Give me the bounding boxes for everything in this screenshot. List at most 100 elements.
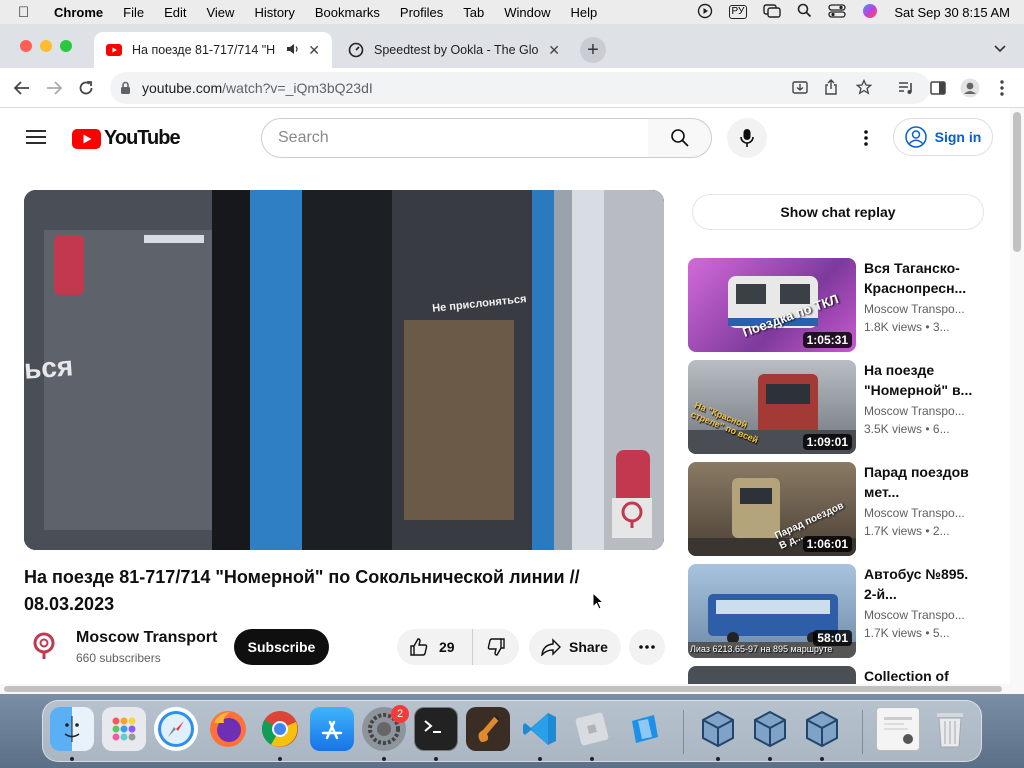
back-button[interactable] [12, 78, 32, 98]
settings-more-icon[interactable] [864, 130, 868, 151]
menu-help[interactable]: Help [571, 5, 598, 20]
install-app-icon[interactable] [792, 80, 808, 99]
virtualbox-icon[interactable] [696, 707, 740, 751]
safari-icon[interactable] [154, 707, 198, 751]
video-thumbnail[interactable]: Парад поездов В д... 1:06:01 [688, 462, 856, 556]
video-thumbnail[interactable]: На "Красной стреле" по всей 1:09:01 [688, 360, 856, 454]
url-path: /watch?v=_iQm3bQ23dI [222, 80, 373, 96]
terminal-icon[interactable] [414, 707, 458, 751]
finder-icon[interactable] [50, 707, 94, 751]
lock-icon[interactable] [120, 81, 131, 98]
preview-icon[interactable] [876, 707, 920, 751]
tab-speedtest[interactable]: Speedtest by Ookla - The Glo ✕ [336, 32, 572, 68]
channel-name[interactable]: Moscow Transport [76, 629, 217, 647]
recommended-title[interactable]: Вся Таганско-Краснопресн... [864, 258, 974, 298]
vertical-scrollbar-thumb[interactable] [1013, 112, 1021, 252]
garageband-icon[interactable] [466, 707, 510, 751]
zoom-window-button[interactable] [60, 40, 72, 52]
dislike-button[interactable] [473, 629, 519, 665]
recommended-video[interactable]: На "Красной стреле" по всей 1:09:01 На п… [688, 360, 988, 454]
firefox-icon[interactable] [206, 707, 250, 751]
recommended-video[interactable]: Парад поездов В д... 1:06:01 Парад поезд… [688, 462, 988, 556]
search-input[interactable]: Search [261, 118, 649, 158]
share-label: Share [569, 639, 608, 655]
siri-icon[interactable] [862, 3, 878, 22]
menu-profiles[interactable]: Profiles [400, 5, 443, 20]
video-player[interactable]: ься Не прислоняться [24, 190, 664, 550]
menu-edit[interactable]: Edit [164, 5, 186, 20]
menu-history[interactable]: History [254, 5, 294, 20]
sign-in-button[interactable]: Sign in [893, 118, 993, 156]
minimize-window-button[interactable] [40, 40, 52, 52]
video-overlay-text: ься [24, 350, 75, 385]
keyboard-layout-indicator[interactable]: РУ [728, 5, 748, 19]
recommended-video[interactable]: Лиаз 6213.65-97 на 895 маршруте 58:01 Ав… [688, 564, 988, 658]
search-button[interactable] [648, 118, 712, 158]
video-thumbnail[interactable] [688, 666, 856, 684]
virtualbox-icon[interactable] [800, 707, 844, 751]
vscode-icon[interactable] [518, 707, 562, 751]
app-store-icon[interactable] [310, 707, 354, 751]
menu-app-name[interactable]: Chrome [54, 5, 103, 20]
recommended-channel[interactable]: Moscow Transpo... [864, 506, 974, 520]
media-controls-icon[interactable] [896, 78, 916, 98]
video-duration: 58:01 [813, 630, 852, 646]
show-chat-replay-button[interactable]: Show chat replay [692, 194, 984, 230]
new-tab-button[interactable]: + [580, 37, 606, 63]
voice-search-button[interactable] [727, 118, 767, 158]
recommended-title[interactable]: Парад поездов мет... [864, 462, 974, 502]
profile-avatar-icon[interactable] [960, 78, 980, 98]
roblox-icon[interactable] [570, 707, 614, 751]
recommended-channel[interactable]: Moscow Transpo... [864, 608, 974, 622]
launchpad-icon[interactable] [102, 707, 146, 751]
tab-audio-icon[interactable] [286, 43, 300, 58]
forward-button[interactable] [44, 78, 64, 98]
close-window-button[interactable] [20, 40, 32, 52]
menubar-clock[interactable]: Sat Sep 30 8:15 AM [894, 5, 1010, 20]
recommended-video[interactable]: Collection of [688, 666, 988, 684]
tab-search-chevron-icon[interactable] [994, 42, 1006, 56]
running-indicator [590, 757, 594, 761]
menu-bookmarks[interactable]: Bookmarks [315, 5, 380, 20]
more-actions-button[interactable] [629, 629, 665, 665]
menu-file[interactable]: File [123, 5, 144, 20]
spotlight-icon[interactable] [797, 3, 812, 21]
channel-avatar[interactable] [24, 628, 64, 668]
bookmark-star-icon[interactable] [855, 78, 873, 98]
menu-view[interactable]: View [206, 5, 234, 20]
control-center-icon[interactable] [828, 3, 847, 21]
close-tab-icon[interactable]: ✕ [308, 42, 320, 59]
subscribe-button[interactable]: Subscribe [234, 629, 329, 665]
video-thumbnail[interactable]: Поездка по ТКЛ 1:05:31 [688, 258, 856, 352]
reload-button[interactable] [76, 78, 96, 98]
recommended-channel[interactable]: Moscow Transpo... [864, 404, 974, 418]
search-icon [670, 129, 689, 147]
roblox-studio-icon[interactable] [622, 707, 666, 751]
chrome-menu-icon[interactable] [992, 78, 1012, 98]
recommended-channel[interactable]: Moscow Transpo... [864, 302, 974, 316]
recommended-title[interactable]: Автобус №895. 2-й... [864, 564, 974, 604]
horizontal-scrollbar-thumb[interactable] [4, 686, 1002, 692]
youtube-logo[interactable]: YouTube [72, 127, 181, 150]
recommended-title[interactable]: На поезде "Номерной" в... [864, 360, 974, 400]
screen-mirroring-icon[interactable] [763, 3, 782, 21]
address-bar[interactable]: youtube.com/watch?v=_iQm3bQ23dI [110, 72, 930, 104]
virtualbox-icon[interactable] [748, 707, 792, 751]
side-panel-icon[interactable] [928, 78, 948, 98]
like-button[interactable]: 29 [397, 629, 473, 665]
video-thumbnail[interactable]: Лиаз 6213.65-97 на 895 маршруте 58:01 [688, 564, 856, 658]
share-button[interactable]: Share [529, 629, 621, 665]
trash-icon[interactable] [928, 707, 972, 751]
close-tab-icon[interactable]: ✕ [548, 42, 560, 59]
chrome-icon[interactable] [258, 707, 302, 751]
menu-tab[interactable]: Tab [463, 5, 484, 20]
recommended-video[interactable]: Поездка по ТКЛ 1:05:31 Вся Таганско-Крас… [688, 258, 988, 352]
video-duration: 1:06:01 [802, 536, 852, 552]
recommended-title[interactable]: Collection of [864, 666, 974, 684]
share-page-icon[interactable] [824, 79, 838, 99]
menu-window[interactable]: Window [504, 5, 550, 20]
tab-youtube-video[interactable]: На поезде 81-717/714 "Н ✕ [94, 32, 332, 68]
play-status-icon[interactable] [697, 3, 713, 22]
guide-menu-icon[interactable] [26, 129, 46, 150]
apple-icon[interactable]:  [18, 4, 34, 21]
